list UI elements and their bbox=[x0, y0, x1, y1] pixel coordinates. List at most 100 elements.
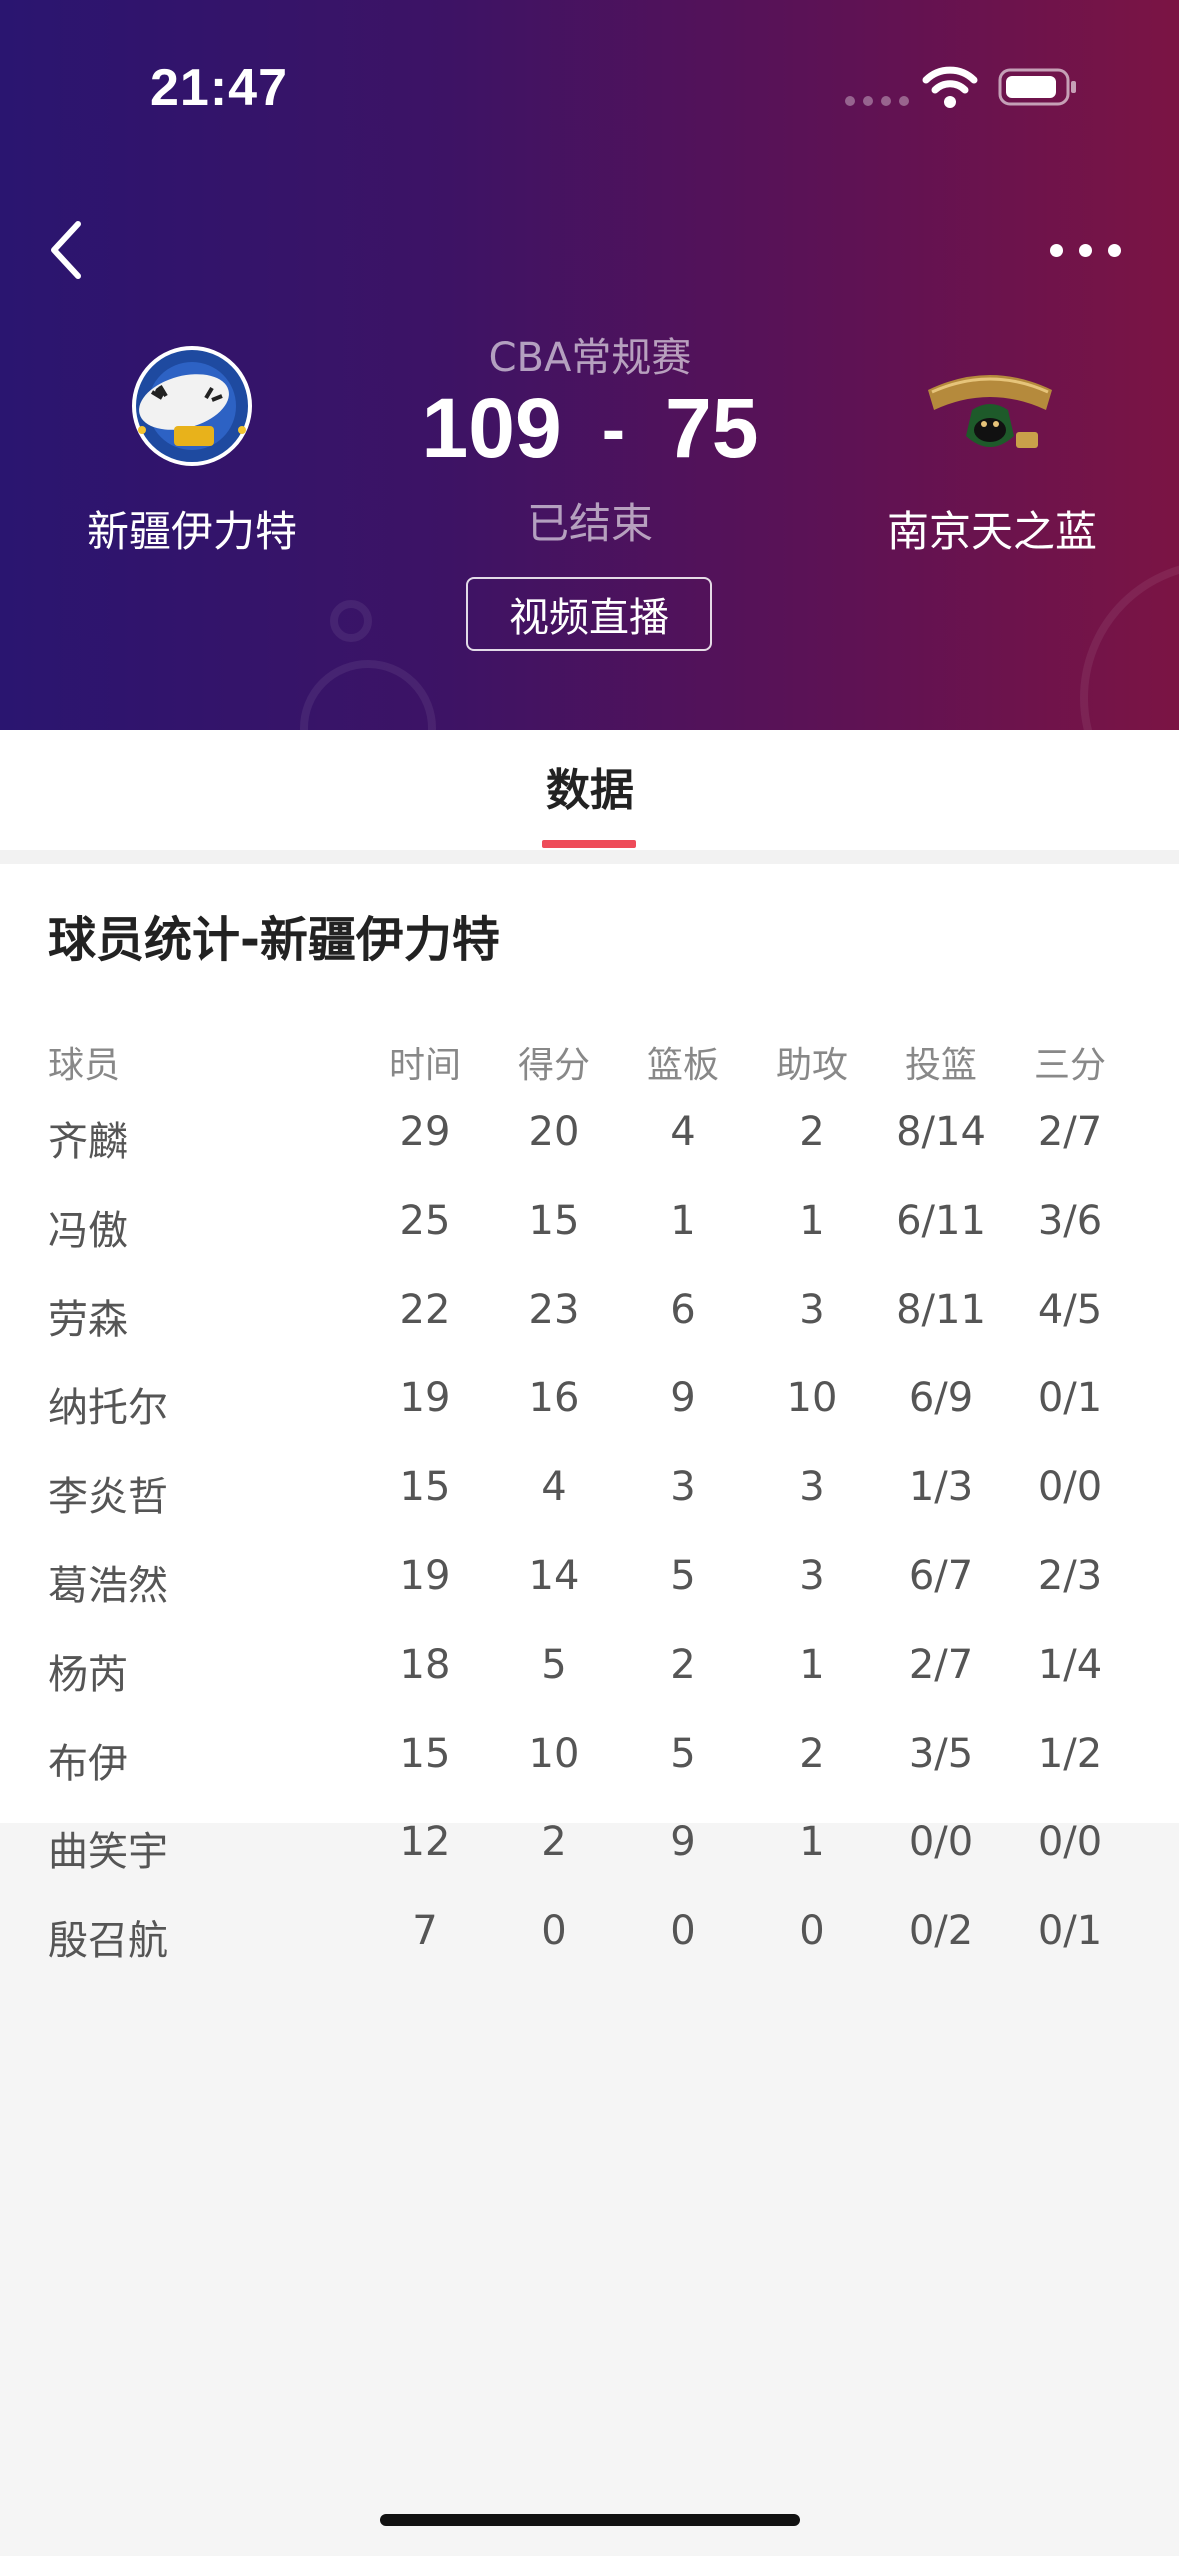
tab-data[interactable]: 数据 bbox=[490, 754, 690, 818]
xinjiang-tiger-logo bbox=[132, 346, 252, 466]
stat-freethrows: 3 bbox=[1139, 1287, 1179, 1333]
score-dash: - bbox=[601, 389, 626, 468]
stat-freethrows: 4 bbox=[1139, 1375, 1179, 1421]
stat-assists: 3 bbox=[799, 1286, 825, 1333]
stat-points: 2 bbox=[541, 1819, 567, 1866]
stat-assists: 3 bbox=[799, 1464, 825, 1511]
column-header-player[interactable]: 球员 bbox=[48, 1036, 348, 1088]
away-team-name: 南京天之蓝 bbox=[886, 507, 1097, 556]
tab-bar: 数据 bbox=[0, 730, 1179, 850]
table-row[interactable]: 殷召航 7 0 0 0 0/2 0/1 bbox=[0, 1908, 1179, 1968]
player-name[interactable]: 劳森 bbox=[48, 1287, 348, 1345]
stat-fieldgoals: 6/9 bbox=[908, 1375, 974, 1422]
stat-fieldgoals: 8/11 bbox=[896, 1286, 986, 1333]
stat-points: 14 bbox=[528, 1553, 580, 1599]
column-header-rebounds[interactable]: 篮板 bbox=[623, 1036, 743, 1088]
wifi-icon bbox=[922, 66, 978, 108]
table-row[interactable]: 李炎哲 15 4 3 3 1/3 0/0 2 bbox=[0, 1464, 1179, 1524]
stat-assists: 1 bbox=[799, 1197, 825, 1244]
stat-fieldgoals: 0/0 bbox=[908, 1819, 974, 1866]
stat-minutes: 19 bbox=[399, 1375, 451, 1422]
stat-points: 23 bbox=[528, 1286, 580, 1333]
table-row[interactable]: 纳托尔 19 16 9 10 6/9 0/1 4 bbox=[0, 1375, 1179, 1435]
column-header-points[interactable]: 得分 bbox=[494, 1036, 614, 1088]
stat-minutes: 25 bbox=[399, 1197, 451, 1244]
stat-rebounds: 6 bbox=[670, 1286, 696, 1333]
stat-freethrows: 2 bbox=[1139, 1819, 1179, 1865]
table-row[interactable]: 杨芮 18 5 2 1 2/7 1/4 0 bbox=[0, 1642, 1179, 1702]
basketball-decoration bbox=[1080, 560, 1179, 730]
player-name[interactable]: 布伊 bbox=[48, 1731, 348, 1789]
player-name[interactable]: 齐麟 bbox=[48, 1109, 348, 1167]
column-header-minutes[interactable]: 时间 bbox=[365, 1036, 485, 1088]
match-status: 已结束 bbox=[526, 499, 653, 548]
stat-points: 5 bbox=[541, 1641, 567, 1688]
table-row[interactable]: 劳森 22 23 6 3 8/11 4/5 3 bbox=[0, 1287, 1179, 1347]
table-row[interactable]: 冯傲 25 15 1 1 6/11 3/6 0 bbox=[0, 1198, 1179, 1258]
column-header-freethrows[interactable]: 罚 bbox=[1139, 1036, 1179, 1088]
stat-assists: 0 bbox=[799, 1908, 825, 1955]
status-time: 21:47 bbox=[150, 59, 288, 117]
stat-freethrows: 0 bbox=[1139, 1553, 1179, 1599]
home-indicator bbox=[380, 2514, 800, 2526]
player-name[interactable]: 曲笑宇 bbox=[48, 1819, 348, 1877]
signal-dots-icon bbox=[845, 96, 909, 106]
stat-rebounds: 0 bbox=[670, 1908, 696, 1955]
stat-minutes: 15 bbox=[399, 1464, 451, 1511]
stat-threepointers: 3/6 bbox=[1037, 1197, 1103, 1244]
stat-minutes: 29 bbox=[399, 1109, 451, 1155]
nanjing-monkeykings-logo bbox=[928, 375, 1052, 448]
table-row[interactable]: 曲笑宇 12 2 9 1 0/0 0/0 2 bbox=[0, 1819, 1179, 1879]
player-name[interactable]: 殷召航 bbox=[48, 1908, 348, 1966]
stat-threepointers: 2/7 bbox=[1037, 1109, 1103, 1155]
stat-fieldgoals: 3/5 bbox=[908, 1730, 974, 1777]
stat-assists: 2 bbox=[799, 1730, 825, 1777]
stat-minutes: 18 bbox=[399, 1641, 451, 1688]
circle-decoration bbox=[300, 660, 436, 730]
stat-threepointers: 1/4 bbox=[1037, 1641, 1103, 1688]
video-live-button[interactable]: 视频直播 bbox=[466, 577, 712, 651]
stat-fieldgoals: 6/11 bbox=[896, 1197, 986, 1244]
match-header: 21:47 新疆伊力特 南京天之蓝 CBA常规赛 109 - 75 已结束 视频… bbox=[0, 0, 1179, 730]
section-title: 球员统计-新疆伊力特 bbox=[48, 912, 500, 968]
stat-fieldgoals: 6/7 bbox=[908, 1553, 974, 1599]
stat-minutes: 12 bbox=[399, 1819, 451, 1866]
player-name[interactable]: 冯傲 bbox=[48, 1198, 348, 1256]
battery-icon bbox=[998, 68, 1076, 106]
stat-rebounds: 9 bbox=[670, 1375, 696, 1422]
stat-threepointers: 0/1 bbox=[1037, 1908, 1103, 1955]
stat-threepointers: 0/0 bbox=[1037, 1819, 1103, 1866]
table-header: 球员 时间 得分 篮板 助攻 投篮 三分 罚 bbox=[0, 1020, 1179, 1100]
stat-points: 16 bbox=[528, 1375, 580, 1422]
player-name[interactable]: 纳托尔 bbox=[48, 1375, 348, 1433]
table-row[interactable]: 布伊 15 10 5 2 3/5 1/2 3 bbox=[0, 1731, 1179, 1791]
column-header-threepointers[interactable]: 三分 bbox=[1010, 1036, 1130, 1088]
column-header-assists[interactable]: 助攻 bbox=[752, 1036, 872, 1088]
table-row[interactable]: 葛浩然 19 14 5 3 6/7 2/3 0 bbox=[0, 1553, 1179, 1613]
player-name[interactable]: 李炎哲 bbox=[48, 1464, 348, 1522]
table-row[interactable]: 齐麟 29 20 4 2 8/14 2/7 2 bbox=[0, 1109, 1179, 1169]
scoreline: 109 - 75 bbox=[340, 380, 840, 477]
player-name[interactable]: 杨芮 bbox=[48, 1642, 348, 1700]
player-name[interactable]: 葛浩然 bbox=[48, 1553, 348, 1611]
stat-assists: 3 bbox=[799, 1553, 825, 1599]
back-chevron-icon[interactable] bbox=[40, 210, 100, 290]
stat-freethrows: 0 bbox=[1139, 1198, 1179, 1244]
stat-threepointers: 1/2 bbox=[1037, 1730, 1103, 1777]
stat-fieldgoals: 2/7 bbox=[908, 1641, 974, 1688]
dot-decoration bbox=[330, 600, 372, 642]
home-score: 109 bbox=[421, 381, 562, 475]
stat-minutes: 15 bbox=[399, 1730, 451, 1777]
stat-points: 20 bbox=[528, 1109, 580, 1155]
stat-threepointers: 0/1 bbox=[1037, 1375, 1103, 1422]
stat-freethrows: 0 bbox=[1139, 1642, 1179, 1688]
stat-rebounds: 2 bbox=[670, 1641, 696, 1688]
column-header-fieldgoals[interactable]: 投篮 bbox=[881, 1036, 1001, 1088]
home-team-name: 新疆伊力特 bbox=[86, 507, 297, 556]
stat-threepointers: 4/5 bbox=[1037, 1286, 1103, 1333]
stat-assists: 1 bbox=[799, 1819, 825, 1866]
more-dots-icon[interactable] bbox=[1050, 230, 1140, 270]
stat-fieldgoals: 0/2 bbox=[908, 1908, 974, 1955]
stat-rebounds: 5 bbox=[670, 1553, 696, 1599]
stat-assists: 2 bbox=[799, 1109, 825, 1155]
